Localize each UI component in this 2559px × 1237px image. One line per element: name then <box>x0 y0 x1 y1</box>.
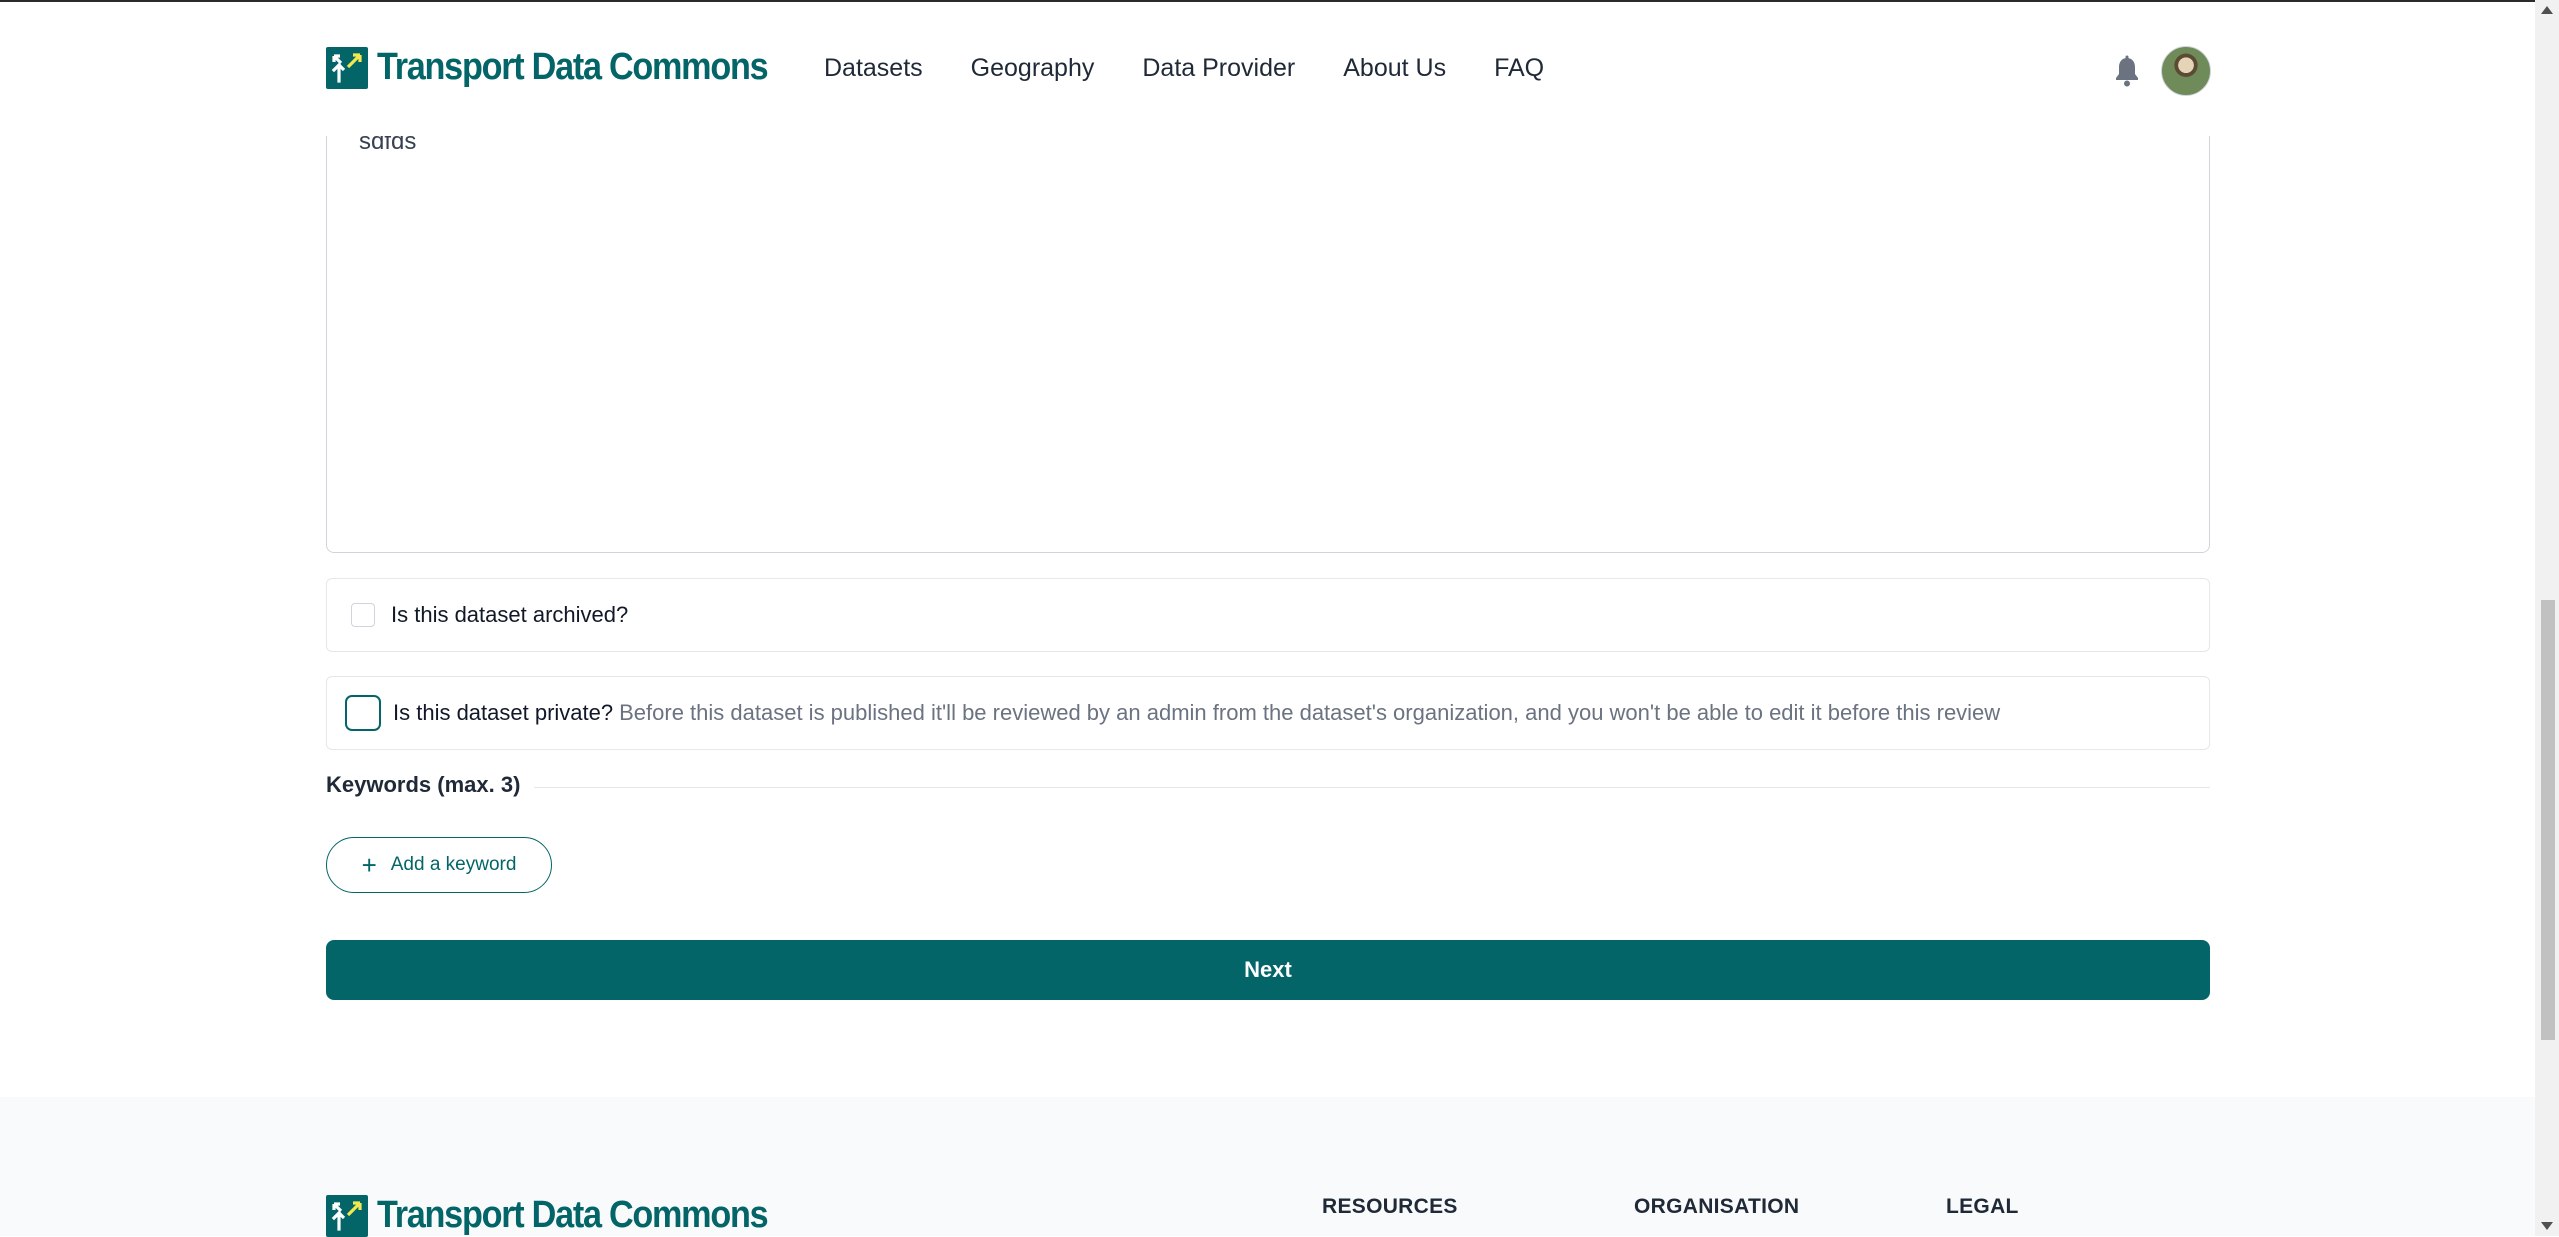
nav-datasets[interactable]: Datasets <box>824 54 923 83</box>
add-keyword-label: Add a keyword <box>390 854 517 875</box>
private-description: Before this dataset is published it'll b… <box>619 700 2001 725</box>
main-nav: Datasets Geography Data Provider About U… <box>824 54 1592 83</box>
footer-resources-heading: RESOURCES <box>1322 1195 1458 1218</box>
plus-icon: + <box>361 850 377 880</box>
add-keyword-button[interactable]: + Add a keyword <box>326 837 552 893</box>
user-avatar[interactable] <box>2161 46 2211 96</box>
bell-icon[interactable] <box>2112 54 2142 88</box>
keywords-section: Keywords (max. 3) <box>326 772 2210 798</box>
next-button[interactable]: Next <box>326 940 2210 1000</box>
private-option[interactable]: Is this dataset private? Before this dat… <box>326 676 2210 750</box>
footer-legal-heading: LEGAL <box>1946 1195 2019 1218</box>
footer-logo-text: Transport Data Commons <box>377 1194 769 1236</box>
archived-checkbox[interactable] <box>351 603 375 627</box>
nav-faq[interactable]: FAQ <box>1494 54 1544 83</box>
nav-about-us[interactable]: About Us <box>1343 54 1446 83</box>
site-footer: Transport Data Commons RESOURCES ORGANIS… <box>0 1097 2535 1237</box>
site-logo[interactable]: Transport Data Commons <box>326 46 811 89</box>
keywords-title: Keywords (max. 3) <box>326 772 521 797</box>
private-label: Is this dataset private? <box>393 700 614 725</box>
scroll-down-arrow-icon[interactable] <box>2541 1222 2553 1230</box>
page-scrollbar[interactable] <box>2535 0 2559 1236</box>
archived-option[interactable]: Is this dataset archived? <box>326 578 2210 652</box>
archived-label: Is this dataset archived? <box>391 602 629 627</box>
section-divider <box>534 786 2210 788</box>
logo-text: Transport Data Commons <box>377 46 769 88</box>
next-label: Next <box>1244 957 1292 982</box>
nav-geography[interactable]: Geography <box>971 54 1095 83</box>
logo-arrow-icon <box>326 46 368 89</box>
footer-organisation-heading: ORGANISATION <box>1634 1195 1800 1218</box>
scroll-up-arrow-icon[interactable] <box>2541 6 2553 14</box>
private-checkbox[interactable] <box>345 695 381 731</box>
description-textarea[interactable]: sdfds <box>326 100 2210 553</box>
site-header: Transport Data Commons Datasets Geograph… <box>0 2 2535 136</box>
scroll-thumb[interactable] <box>2541 600 2555 1040</box>
logo-arrow-icon <box>326 1194 368 1237</box>
nav-data-provider[interactable]: Data Provider <box>1142 54 1295 83</box>
footer-logo[interactable]: Transport Data Commons <box>326 1194 811 1237</box>
